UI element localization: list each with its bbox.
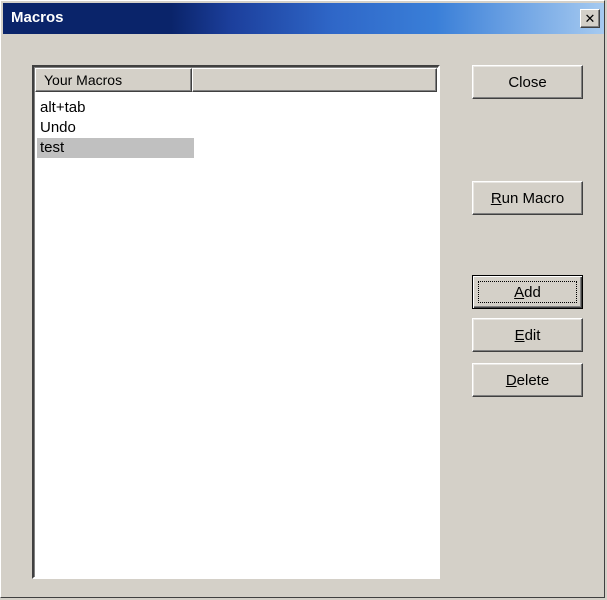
macros-list[interactable]: Your Macros alt+tab Undo test: [32, 65, 440, 579]
edit-button-label: Edit: [514, 326, 541, 344]
list-item[interactable]: Undo: [37, 118, 194, 138]
title-bar[interactable]: Macros ✕: [3, 3, 604, 34]
list-header: Your Macros: [35, 68, 437, 92]
close-window-button[interactable]: ✕: [580, 9, 600, 28]
column-header-empty[interactable]: [192, 68, 437, 92]
add-button[interactable]: Add: [472, 275, 583, 309]
list-item-selected[interactable]: test: [37, 138, 194, 158]
run-macro-button-label: Run Macro: [490, 189, 565, 207]
delete-button[interactable]: Delete: [472, 363, 583, 397]
list-rows: alt+tab Undo test: [37, 98, 194, 158]
list-item[interactable]: alt+tab: [37, 98, 194, 118]
window-title: Macros: [11, 9, 64, 26]
edit-button[interactable]: Edit: [472, 318, 583, 352]
delete-button-label: Delete: [505, 371, 550, 389]
run-macro-button[interactable]: Run Macro: [472, 181, 583, 215]
close-button-label: Close: [508, 73, 547, 91]
macros-dialog: Macros ✕ Your Macros alt+tab Undo test C…: [0, 0, 605, 598]
add-button-label: Add: [514, 283, 541, 301]
close-icon: ✕: [584, 11, 596, 26]
close-button[interactable]: Close: [472, 65, 583, 99]
column-header-your-macros[interactable]: Your Macros: [35, 68, 192, 92]
